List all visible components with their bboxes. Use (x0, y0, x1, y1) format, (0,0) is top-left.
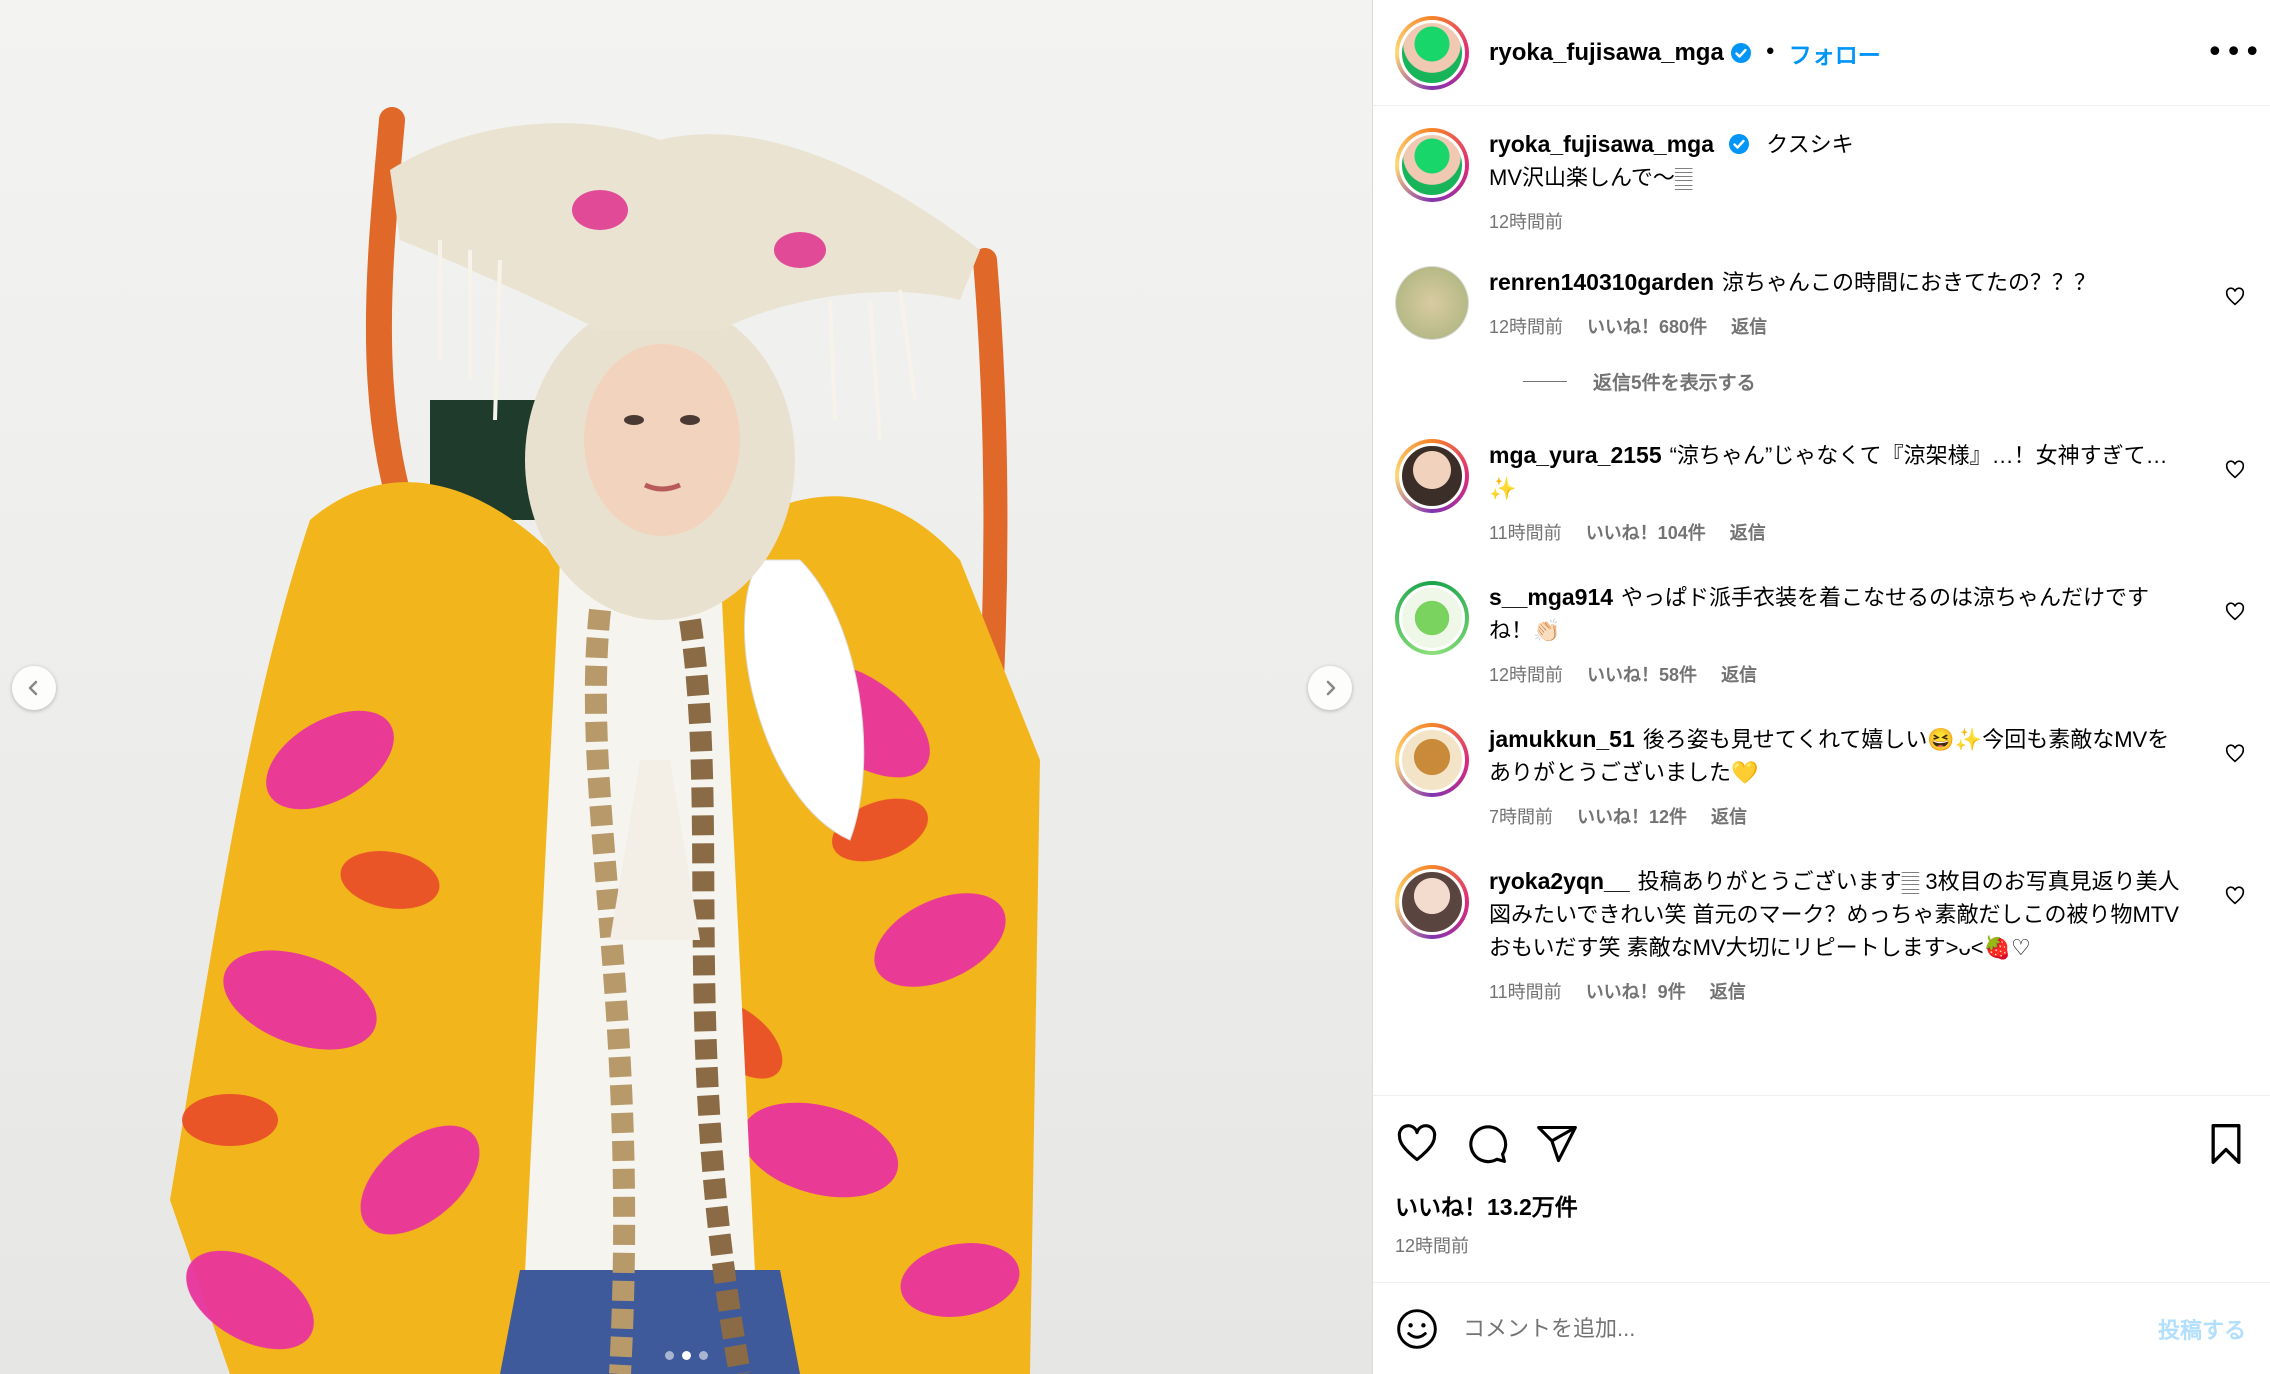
commenter-avatar[interactable] (1395, 439, 1469, 513)
comment-like-icon[interactable] (2224, 885, 2246, 907)
chevron-right-icon (1326, 680, 1336, 696)
comment-time: 12時間前 (1489, 317, 1564, 337)
likes-count[interactable]: いいね！13.2万件 (1395, 1188, 2246, 1222)
bookmark-icon[interactable] (2206, 1122, 2246, 1166)
comment-like-icon[interactable] (2224, 743, 2246, 765)
ellipsis-icon: ••• (2206, 35, 2263, 70)
comment-likes[interactable]: いいね！12件 (1577, 807, 1687, 827)
comment-time: 12時間前 (1489, 665, 1564, 685)
comment-item: renren140310garden 涼ちゃんこの時間におきてたの？？？ 12時間… (1395, 266, 2246, 340)
commenter-avatar[interactable] (1395, 865, 1469, 939)
comment-username[interactable]: ryoka2yqn__ (1489, 868, 1630, 894)
comment-likes[interactable]: いいね！680件 (1587, 317, 1707, 337)
comment-icon[interactable] (1465, 1122, 1509, 1166)
verified-badge-icon (1729, 134, 1750, 154)
post-viewer: ryoka_fujisawa_mga • フォロー ••• ryoka_fuji… (0, 0, 2270, 1374)
verified-badge-icon (1730, 42, 1751, 63)
comment-username[interactable]: mga_yura_2155 (1489, 442, 1662, 468)
caption-text-line1: クスシキ (1766, 132, 1854, 157)
comment-username[interactable]: s__mga914 (1489, 584, 1613, 610)
next-slide-button[interactable] (1308, 666, 1352, 710)
carousel-indicator (0, 1351, 1372, 1360)
commenter-avatar[interactable] (1395, 723, 1469, 797)
more-options-button[interactable]: ••• (2206, 35, 2261, 70)
post-caption: ryoka_fujisawa_mga クスシキ MV沢山楽しんで〜𝄛 12時間前 (1395, 128, 2246, 234)
post-header: ryoka_fujisawa_mga • フォロー ••• (1373, 0, 2270, 106)
follow-button[interactable]: フォロー (1789, 36, 1881, 70)
comment-time: 7時間前 (1489, 807, 1554, 827)
author-username[interactable]: ryoka_fujisawa_mga (1489, 39, 1724, 67)
reply-button[interactable]: 返信 (1730, 523, 1766, 543)
heart-icon[interactable] (1395, 1122, 1439, 1166)
carousel-dot-active (681, 1351, 691, 1360)
share-icon[interactable] (1535, 1122, 1579, 1166)
post-comment-button[interactable]: 投稿する (2158, 1313, 2246, 1345)
commenter-avatar[interactable] (1395, 266, 1469, 340)
comment-item: s__mga914 やっぱド派手衣装を着こなせるのは涼ちゃんだけですね！👏🏻 12… (1395, 581, 2246, 687)
chevron-left-icon (28, 680, 38, 696)
comment-like-icon[interactable] (2224, 601, 2246, 623)
comment-likes[interactable]: いいね！9件 (1586, 982, 1686, 1002)
comment-time: 11時間前 (1489, 982, 1562, 1002)
post-media[interactable] (0, 0, 1372, 1374)
post-photo (170, 107, 1040, 1374)
comment-like-icon[interactable] (2224, 459, 2246, 481)
caption-text-line2: MV沢山楽しんで〜𝄛 (1489, 165, 1693, 190)
comment-item: jamukkun_51 後ろ姿も見せてくれて嬉しい😆✨今回も素敵なMVをありがとう… (1395, 723, 2246, 829)
author-avatar[interactable] (1395, 15, 1469, 90)
carousel-dot (698, 1351, 708, 1360)
view-replies-button[interactable]: 返信5件を表示する (1523, 368, 2246, 395)
caption-username[interactable]: ryoka_fujisawa_mga (1489, 131, 1714, 157)
reply-button[interactable]: 返信 (1710, 982, 1746, 1002)
reply-button[interactable]: 返信 (1721, 665, 1757, 685)
reply-button[interactable]: 返信 (1731, 317, 1767, 337)
commenter-avatar[interactable] (1395, 581, 1469, 655)
comment-item: ryoka2yqn__ 投稿ありがとうございます𝄛 3枚目のお写真見返り美人図みた… (1395, 865, 2246, 1004)
author-avatar[interactable] (1395, 128, 1469, 202)
comment-username[interactable]: jamukkun_51 (1489, 726, 1635, 752)
separator-dot: • (1763, 40, 1777, 65)
comment-input[interactable] (1463, 1315, 2158, 1342)
view-replies-label: 返信5件を表示する (1593, 373, 1756, 394)
comment-likes[interactable]: いいね！58件 (1587, 665, 1697, 685)
post-actions: いいね！13.2万件 12時間前 (1373, 1095, 2270, 1258)
comment-text: 涼ちゃんこの時間におきてたの？？？ (1722, 270, 2097, 295)
posted-time: 12時間前 (1395, 1236, 1470, 1256)
comment-time: 11時間前 (1489, 523, 1562, 543)
post-side-panel: ryoka_fujisawa_mga • フォロー ••• ryoka_fuji… (1372, 0, 2270, 1374)
carousel-dot (664, 1351, 674, 1360)
add-comment-bar: 投稿する (1373, 1282, 2270, 1374)
reply-button[interactable]: 返信 (1711, 807, 1747, 827)
previous-slide-button[interactable] (12, 666, 56, 710)
comment-likes[interactable]: いいね！104件 (1586, 523, 1706, 543)
emoji-icon[interactable] (1395, 1307, 1439, 1351)
caption-time: 12時間前 (1489, 212, 1564, 232)
comment-like-icon[interactable] (2224, 286, 2246, 308)
comments-list[interactable]: ryoka_fujisawa_mga クスシキ MV沢山楽しんで〜𝄛 12時間前… (1373, 106, 2270, 1095)
comment-item: mga_yura_2155 “涼ちゃん”じゃなくて『涼架様』…！女神すぎて…✨ 1… (1395, 439, 2246, 545)
comment-username[interactable]: renren140310garden (1489, 269, 1714, 295)
